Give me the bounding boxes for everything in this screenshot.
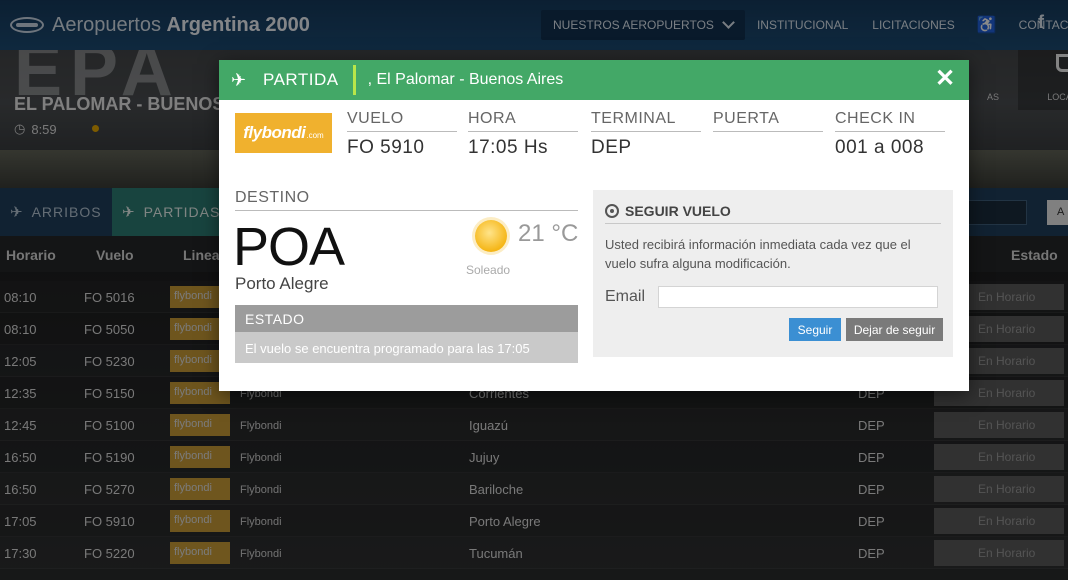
flight-detail-modal: ✈ PARTIDA , El Palomar - Buenos Aires ✕ … (219, 60, 969, 391)
modal-subtitle: , El Palomar - Buenos Aires (367, 71, 564, 88)
temperature: 21 °C (518, 220, 579, 247)
weather-condition: Soleado (466, 263, 511, 277)
field-value: DEP (591, 137, 632, 158)
follow-title-text: SEGUIR VUELO (625, 203, 731, 219)
field-label: TERMINAL (591, 110, 701, 132)
follow-flight-panel: SEGUIR VUELO Usted recibirá información … (593, 190, 953, 357)
destination-code: POA (233, 217, 345, 277)
field-puerta: PUERTA (713, 110, 823, 137)
field-label: PUERTA (713, 110, 823, 132)
field-terminal: TERMINAL DEP (591, 110, 701, 159)
unfollow-button[interactable]: Dejar de seguir (846, 318, 943, 341)
destination-city: Porto Alegre (235, 274, 329, 293)
field-check-in: CHECK IN 001 a 008 (835, 110, 945, 159)
follow-button[interactable]: Seguir (789, 318, 841, 341)
field-label: VUELO (347, 110, 457, 132)
modal-header: ✈ PARTIDA , El Palomar - Buenos Aires ✕ (219, 60, 969, 100)
field-value: 17:05 Hs (468, 137, 549, 158)
email-label: Email (605, 288, 646, 305)
field-label: HORA (468, 110, 578, 132)
follow-title: SEGUIR VUELO (605, 203, 941, 224)
modal-title: PARTIDA (263, 70, 339, 89)
field-value: FO 5910 (347, 137, 425, 158)
header-divider (352, 65, 356, 95)
status-text: El vuelo se encuentra programado para la… (235, 332, 578, 363)
close-icon[interactable]: ✕ (933, 67, 957, 91)
airplane-takeoff-icon: ✈ (231, 69, 247, 90)
field-vuelo: VUELO FO 5910 (347, 110, 457, 159)
field-hora: HORA 17:05 Hs (468, 110, 578, 159)
airline-logo: flybondi .com (235, 113, 332, 153)
target-icon (605, 204, 619, 218)
destination-label: DESTINO (235, 189, 578, 211)
airline-logo-text: flybondi (243, 123, 306, 142)
field-label: CHECK IN (835, 110, 945, 132)
email-input[interactable] (658, 286, 938, 308)
follow-description: Usted recibirá información inmediata cad… (605, 237, 911, 271)
status-label: ESTADO (235, 305, 578, 332)
sun-icon (475, 220, 507, 252)
field-value: 001 a 008 (835, 137, 925, 158)
airline-logo-suffix: .com (306, 130, 324, 140)
